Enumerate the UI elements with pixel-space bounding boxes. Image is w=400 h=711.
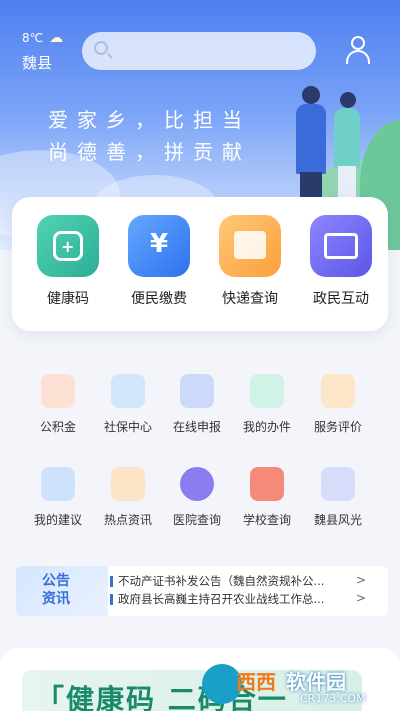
- service-label: 学校查询: [242, 513, 291, 527]
- review-icon: [321, 374, 355, 408]
- service-label: 魏县风光: [313, 513, 362, 527]
- service-label: 快递查询: [222, 291, 278, 307]
- news-icon: [111, 467, 145, 501]
- service-social-security[interactable]: 社保中心: [92, 374, 164, 435]
- temperature: 8℃: [22, 31, 44, 45]
- service-health-code[interactable]: + 健康码: [32, 215, 104, 308]
- slogan-line-1: 爱家乡，比担当: [48, 108, 251, 132]
- service-label: 公积金: [39, 420, 76, 434]
- scenery-icon: [321, 467, 355, 501]
- chevron-right-icon[interactable]: >: [356, 591, 366, 605]
- service-label: 便民缴费: [131, 291, 187, 307]
- service-evaluation[interactable]: 服务评价: [302, 374, 374, 435]
- mail-icon: [310, 215, 372, 277]
- search-input[interactable]: [82, 32, 316, 70]
- service-my-suggestions[interactable]: 我的建议: [22, 467, 94, 528]
- user-profile-icon[interactable]: [344, 36, 372, 66]
- service-label: 我的建议: [33, 513, 82, 527]
- notice-bullet: [110, 576, 113, 587]
- social-security-icon: [111, 374, 145, 408]
- notice-board: 公告资讯 不动产证书补发公告（魏自然资规补公... > 政府县长高巍主持召开农业…: [16, 566, 388, 616]
- service-label: 医院查询: [172, 513, 221, 527]
- chevron-right-icon[interactable]: >: [356, 573, 366, 587]
- partly-cloudy-icon: ☁: [49, 30, 64, 46]
- service-online-declare[interactable]: 在线申报: [161, 374, 233, 435]
- notice-item[interactable]: 政府县长高巍主持召开农业战线工作总...: [118, 591, 358, 607]
- service-school-search[interactable]: 学校查询: [231, 467, 303, 528]
- school-icon: [250, 467, 284, 501]
- person-card-icon: [250, 374, 284, 408]
- service-label: 政民互动: [313, 291, 369, 307]
- service-my-cases[interactable]: 我的办件: [231, 374, 303, 435]
- watermark: 西西 软件园 CR173.COM: [200, 660, 400, 711]
- weather-widget[interactable]: 8℃ ☁ 魏县: [22, 30, 63, 73]
- service-label: 我的办件: [242, 420, 291, 434]
- notice-item[interactable]: 不动产证书补发公告（魏自然资规补公...: [118, 573, 358, 589]
- watermark-brand: 西西: [236, 670, 276, 694]
- service-housing-fund[interactable]: 公积金: [22, 374, 94, 435]
- notice-bullet: [110, 594, 113, 605]
- slogan: 爱家乡，比担当 尚德善，拼贡献: [48, 104, 251, 168]
- main-services-card: + 健康码 ¥ 便民缴费 快递查询 政民互动: [12, 197, 388, 331]
- notice-badge-label: 公告资讯: [42, 573, 70, 607]
- health-code-icon: +: [37, 215, 99, 277]
- service-label: 热点资讯: [103, 513, 152, 527]
- notice-badge: 公告资讯: [16, 566, 108, 616]
- service-express[interactable]: 快递查询: [214, 215, 286, 308]
- house-fund-icon: [41, 374, 75, 408]
- service-hospital-search[interactable]: 医院查询: [161, 467, 233, 528]
- city-name: 魏县: [22, 54, 53, 72]
- package-icon: [219, 215, 281, 277]
- chat-icon: [41, 467, 75, 501]
- slogan-line-2: 尚德善，拼贡献: [48, 140, 251, 164]
- service-label: 社保中心: [103, 420, 152, 434]
- service-label: 健康码: [47, 291, 89, 307]
- service-payment[interactable]: ¥ 便民缴费: [123, 215, 195, 308]
- service-label: 服务评价: [313, 420, 362, 434]
- service-interaction[interactable]: 政民互动: [305, 215, 377, 308]
- service-scenery[interactable]: 魏县风光: [302, 467, 374, 528]
- watermark-url: CR173.COM: [300, 692, 366, 705]
- watermark-name: 软件园: [286, 670, 346, 694]
- search-icon: [94, 41, 108, 55]
- payment-icon: ¥: [128, 215, 190, 277]
- service-label: 在线申报: [172, 420, 221, 434]
- service-hot-news[interactable]: 热点资讯: [92, 467, 164, 528]
- upload-icon: [180, 374, 214, 408]
- hospital-icon: [180, 467, 214, 501]
